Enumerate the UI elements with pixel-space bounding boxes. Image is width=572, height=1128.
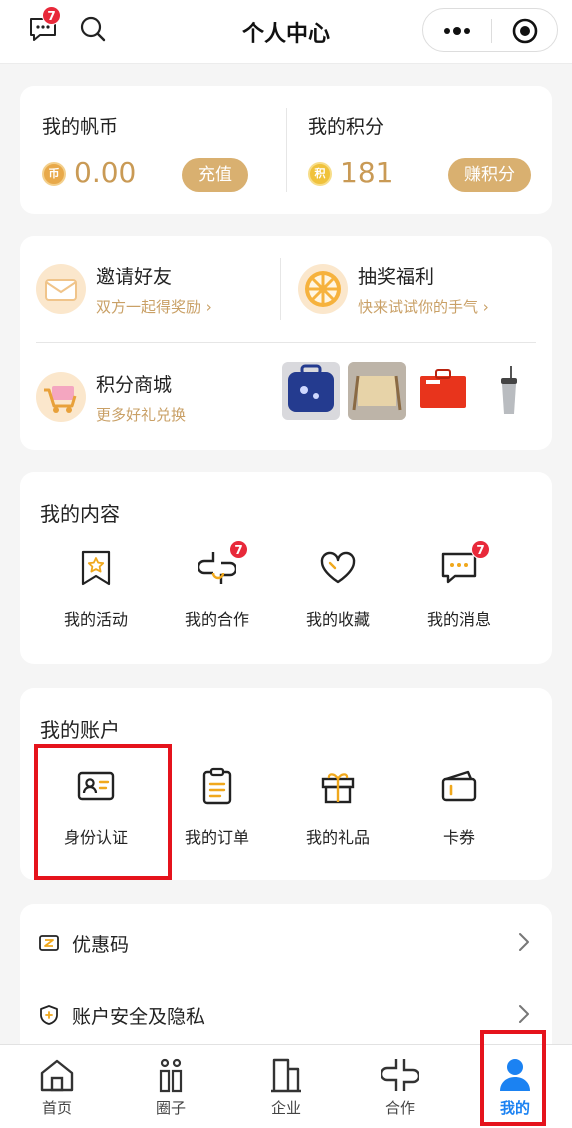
my-activity-label: 我的活动 (63, 610, 128, 629)
lottery-title: 抽奖福利 (358, 266, 435, 288)
features-divider (280, 258, 281, 320)
points-label: 我的积分 (308, 116, 385, 138)
target-close-icon (512, 18, 538, 44)
coupon-code-row[interactable]: 优惠码 (20, 908, 552, 978)
tab-cooperation-label: 合作 (384, 1099, 415, 1117)
lottery-subtitle: 快来试试你的手气 › (358, 298, 489, 316)
product-thumbnail[interactable] (348, 362, 406, 420)
my-gifts-item[interactable]: 我的礼品 (278, 766, 398, 876)
coupons-item[interactable]: 卡券 (399, 766, 519, 876)
invite-friends-entry[interactable]: 邀请好友 双方一起得奖励 › (20, 236, 280, 336)
account-section-title: 我的账户 (40, 718, 120, 742)
tab-home[interactable]: 首页 (0, 1045, 114, 1128)
lottery-wheel-icon (298, 264, 348, 314)
mall-subtitle: 更多好礼兑换 (96, 406, 187, 424)
header-bar: 7 个人中心 (0, 0, 572, 64)
wallet-icon (439, 766, 479, 806)
chevron-right-icon (519, 933, 529, 951)
envelope-icon (36, 264, 86, 314)
shield-icon (40, 1005, 58, 1025)
tab-enterprise[interactable]: 企业 (229, 1045, 343, 1128)
my-messages-item[interactable]: 7 我的消息 (399, 540, 519, 658)
product-thumbnail[interactable] (282, 362, 340, 420)
coupon-code-label: 优惠码 (72, 934, 130, 956)
recharge-button[interactable]: 充值 (182, 158, 248, 192)
circle-people-icon (151, 1055, 191, 1095)
highlight-box (34, 744, 172, 880)
my-cooperation-item[interactable]: 7 我的合作 (157, 540, 277, 658)
my-favorites-label: 我的收藏 (305, 610, 370, 629)
my-messages-label: 我的消息 (426, 610, 491, 629)
tab-enterprise-label: 企业 (270, 1099, 301, 1117)
my-content-card: 我的内容 我的活动 7 我的合作 我的收藏 7 我的消息 (20, 472, 552, 664)
tab-home-label: 首页 (41, 1099, 72, 1117)
clipboard-icon (197, 766, 237, 806)
cooperation-icon (380, 1055, 420, 1095)
product-thumbnail[interactable] (480, 362, 538, 420)
cooperation-badge: 7 (229, 540, 248, 559)
invite-title: 邀请好友 (96, 266, 173, 288)
features-card: 邀请好友 双方一起得奖励 › 抽奖福利 快来试试你的手气 › 积分商城 更多好礼… (20, 236, 552, 450)
coupons-label: 卡券 (442, 828, 475, 847)
building-icon (266, 1055, 306, 1095)
home-icon (37, 1055, 77, 1095)
earn-points-button[interactable]: 赚积分 (448, 158, 531, 192)
coins-divider (286, 108, 287, 192)
close-program-button[interactable] (491, 9, 559, 53)
coins-card: 我的帆币 币 0.00 充值 我的积分 积 181 赚积分 (20, 86, 552, 214)
my-activity-item[interactable]: 我的活动 (36, 548, 156, 658)
messages-badge: 7 (471, 540, 490, 559)
my-cooperation-label: 我的合作 (184, 610, 249, 629)
points-coin-icon: 积 (308, 162, 332, 186)
points-value: 181 (340, 156, 394, 189)
fanbi-coin-icon: 币 (42, 162, 66, 186)
tab-highlight-box (480, 1030, 546, 1126)
settings-list-card: 优惠码 账户安全及隐私 (20, 904, 552, 1064)
lottery-entry[interactable]: 抽奖福利 快来试试你的手气 › (290, 236, 552, 336)
coupon-code-icon (39, 935, 59, 951)
star-bookmark-icon (76, 548, 116, 588)
product-thumbnail[interactable] (414, 362, 472, 420)
tab-cooperation[interactable]: 合作 (343, 1045, 457, 1128)
shopping-cart-icon (36, 372, 86, 422)
heart-icon (318, 548, 358, 588)
my-favorites-item[interactable]: 我的收藏 (278, 548, 398, 658)
mall-title: 积分商城 (96, 374, 173, 396)
account-security-label: 账户安全及隐私 (72, 1006, 206, 1028)
fanbi-value: 0.00 (74, 156, 137, 189)
account-security-row[interactable]: 账户安全及隐私 (20, 980, 552, 1050)
tab-circle-label: 圈子 (155, 1099, 186, 1117)
fanbi-label: 我的帆币 (42, 116, 119, 138)
more-button[interactable] (423, 9, 491, 53)
mini-program-capsule (422, 8, 558, 52)
chevron-right-icon (519, 1005, 529, 1023)
my-orders-item[interactable]: 我的订单 (157, 766, 277, 876)
gift-icon (318, 766, 358, 806)
tab-circle[interactable]: 圈子 (114, 1045, 228, 1128)
content-section-title: 我的内容 (40, 502, 120, 526)
my-orders-label: 我的订单 (184, 828, 249, 847)
my-gifts-label: 我的礼品 (305, 828, 370, 847)
invite-subtitle: 双方一起得奖励 › (96, 298, 212, 316)
more-dots-icon (444, 27, 470, 35)
